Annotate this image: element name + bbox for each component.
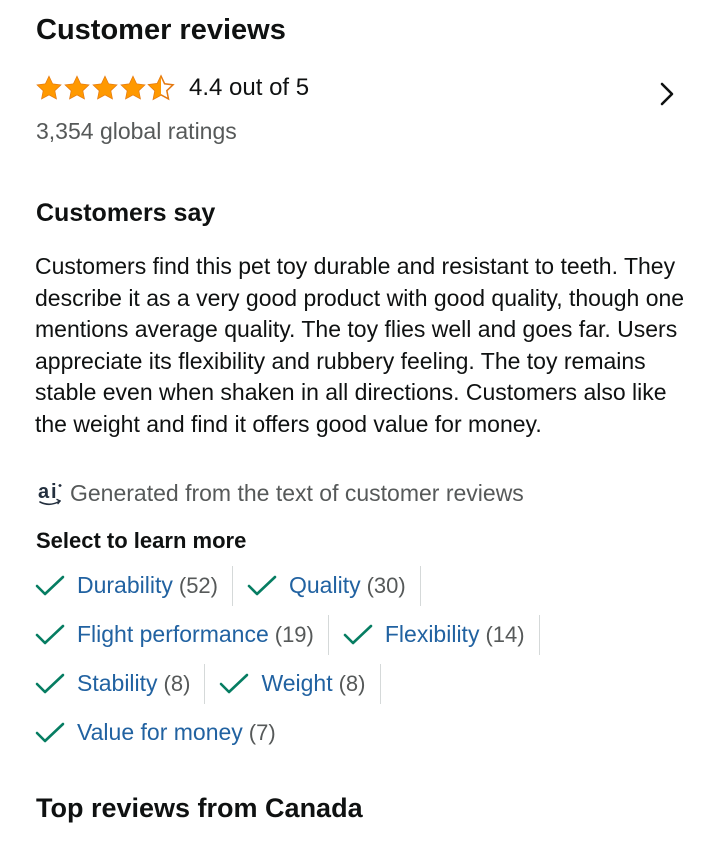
aspect-count: (8): [163, 670, 191, 696]
aspect-chip-value-for-money[interactable]: Value for money (7): [35, 713, 290, 753]
star-icon: [64, 75, 90, 100]
star-icon: [120, 75, 146, 100]
aspect-name: Flexibility: [384, 621, 480, 647]
checkmark-icon: [35, 722, 65, 742]
aspect-chip-quality[interactable]: Quality (30): [247, 565, 421, 606]
learn-more-heading: Select to learn more: [36, 528, 247, 553]
aspect-name: Stability: [77, 670, 158, 696]
aspect-row: Value for money (7): [35, 708, 685, 757]
ai-icon: a i: [38, 481, 62, 506]
aspect-row: Flight performance (19) Flexibility (14): [35, 610, 685, 659]
aspect-chip-stability[interactable]: Stability (8): [35, 663, 206, 704]
half-star-icon: [147, 74, 175, 101]
ai-review-summary: Customers find this pet toy durable and …: [35, 253, 685, 437]
checkmark-icon: [35, 673, 65, 693]
star-rating: [35, 73, 175, 103]
customers-say-heading: Customers say: [36, 199, 216, 227]
checkmark-icon: [220, 673, 249, 693]
checkmark-icon: [35, 624, 65, 644]
rating-text: 4.4 out of 5: [189, 74, 310, 101]
checkmark-icon: [247, 575, 277, 595]
aspect-name: Weight: [261, 670, 333, 696]
aspect-count: (19): [274, 621, 314, 647]
page-title: Customer reviews: [36, 14, 286, 46]
global-ratings-count: 3,354 global ratings: [36, 118, 237, 144]
aspect-chip-flexibility[interactable]: Flexibility (14): [343, 614, 540, 655]
svg-text:i: i: [51, 481, 57, 503]
aspect-count: (8): [338, 670, 366, 696]
rating-summary-row[interactable]: 4.4 out of 5: [35, 71, 695, 107]
chevron-right-icon[interactable]: [659, 81, 675, 107]
aspect-count: (7): [248, 719, 276, 745]
aspect-name: Flight performance: [77, 621, 269, 647]
aspect-row: Stability (8) Weight (8): [35, 659, 685, 708]
star-icon: [92, 75, 118, 100]
svg-text:a: a: [38, 481, 50, 503]
ai-note-text: Generated from the text of customer revi…: [70, 479, 524, 506]
ai-generated-note: a i Generated from the text of customer …: [36, 478, 524, 508]
aspect-name: Value for money: [77, 719, 243, 745]
aspect-chips: Durability (52) Quality (30) Flight perf…: [35, 561, 685, 757]
aspect-chip-weight[interactable]: Weight (8): [219, 663, 381, 704]
aspect-row: Durability (52) Quality (30): [35, 561, 685, 610]
aspect-count: (30): [366, 572, 406, 598]
aspect-chip-durability[interactable]: Durability (52): [35, 565, 233, 606]
checkmark-icon: [35, 575, 65, 595]
aspect-name: Quality: [289, 572, 361, 598]
aspect-count: (52): [178, 572, 218, 598]
checkmark-icon: [343, 624, 373, 644]
top-reviews-heading: Top reviews from Canada: [36, 793, 363, 823]
star-icon: [36, 75, 62, 100]
aspect-count: (14): [485, 621, 525, 647]
aspect-name: Durability: [77, 572, 173, 598]
aspect-chip-flight-performance[interactable]: Flight performance (19): [35, 614, 329, 655]
